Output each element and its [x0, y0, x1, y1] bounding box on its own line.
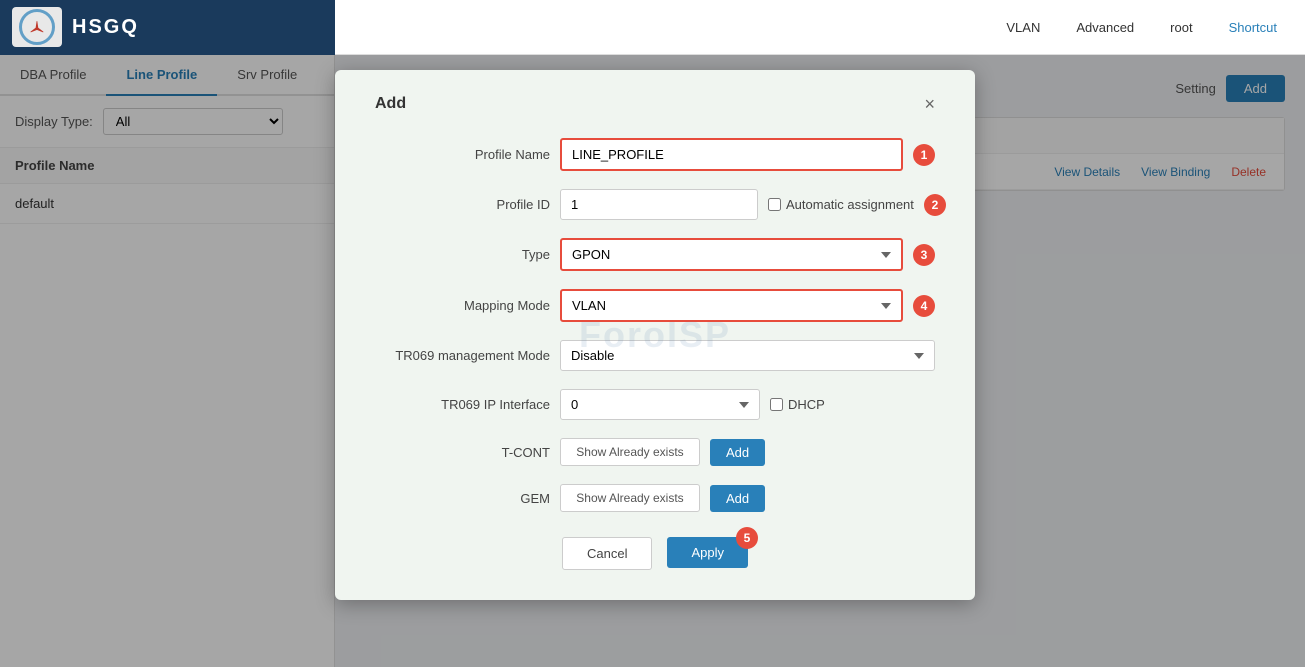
tr069-ip-label: TR069 IP Interface — [375, 397, 550, 412]
mapping-mode-label: Mapping Mode — [375, 298, 550, 313]
nav-root[interactable]: root — [1162, 15, 1200, 40]
logo-area: 🟀 HSGQ — [0, 0, 335, 55]
profile-id-row: Profile ID Automatic assignment 2 — [375, 189, 935, 220]
nav-advanced[interactable]: Advanced — [1068, 15, 1142, 40]
gem-label: GEM — [375, 491, 550, 506]
nav-right: VLAN Advanced root Shortcut — [978, 15, 1305, 40]
profile-id-input[interactable] — [560, 189, 758, 220]
dhcp-label: DHCP — [788, 397, 825, 412]
gem-row: GEM Show Already exists Add — [375, 484, 935, 512]
modal-close-button[interactable]: × — [924, 95, 935, 113]
auto-assign-checkbox-label: Automatic assignment — [768, 197, 914, 212]
nav-shortcut[interactable]: Shortcut — [1221, 15, 1285, 40]
logo-icon: 🟀 — [12, 7, 62, 47]
badge-1: 1 — [913, 144, 935, 166]
badge-5: 5 — [736, 527, 758, 549]
logo-text: HSGQ — [72, 16, 139, 39]
gem-show-button[interactable]: Show Already exists — [560, 484, 700, 512]
profile-name-row: Profile Name 1 — [375, 138, 935, 171]
cancel-button[interactable]: Cancel — [562, 537, 652, 570]
modal-add: Add × Profile Name 1 Profile ID Automati… — [335, 70, 975, 600]
type-select[interactable]: GPON EPON XGS-PON — [560, 238, 903, 271]
tr069-ip-row: TR069 IP Interface 0 1 2 DHCP — [375, 389, 935, 420]
tcont-add-button[interactable]: Add — [710, 439, 765, 466]
auto-assign-label: Automatic assignment — [786, 197, 914, 212]
main-area: DBA Profile Line Profile Srv Profile Dis… — [0, 55, 1305, 667]
nav-vlan[interactable]: VLAN — [998, 15, 1048, 40]
tcont-row: T-CONT Show Already exists Add — [375, 438, 935, 466]
modal-title: Add — [375, 95, 406, 113]
mapping-mode-row: Mapping Mode VLAN GEM TLS 4 — [375, 289, 935, 322]
profile-name-label: Profile Name — [375, 147, 550, 162]
profile-name-input[interactable] — [560, 138, 903, 171]
type-label: Type — [375, 247, 550, 262]
auto-assign-checkbox[interactable] — [768, 198, 781, 211]
dhcp-checkbox[interactable] — [770, 398, 783, 411]
badge-2: 2 — [924, 194, 946, 216]
tr069-ip-select[interactable]: 0 1 2 — [560, 389, 760, 420]
mapping-mode-select[interactable]: VLAN GEM TLS — [560, 289, 903, 322]
tr069-mode-row: TR069 management Mode Disable Enable — [375, 340, 935, 371]
dhcp-checkbox-label: DHCP — [770, 397, 825, 412]
profile-id-label: Profile ID — [375, 197, 550, 212]
gem-add-button[interactable]: Add — [710, 485, 765, 512]
modal-footer: Cancel Apply 5 — [375, 537, 935, 570]
top-nav: 🟀 HSGQ VLAN Advanced root Shortcut — [0, 0, 1305, 55]
badge-3: 3 — [913, 244, 935, 266]
badge-4: 4 — [913, 295, 935, 317]
tr069-mode-label: TR069 management Mode — [375, 348, 550, 363]
modal-header: Add × — [375, 95, 935, 113]
type-row: Type GPON EPON XGS-PON 3 — [375, 238, 935, 271]
tcont-show-button[interactable]: Show Already exists — [560, 438, 700, 466]
tcont-label: T-CONT — [375, 445, 550, 460]
tr069-mode-select[interactable]: Disable Enable — [560, 340, 935, 371]
